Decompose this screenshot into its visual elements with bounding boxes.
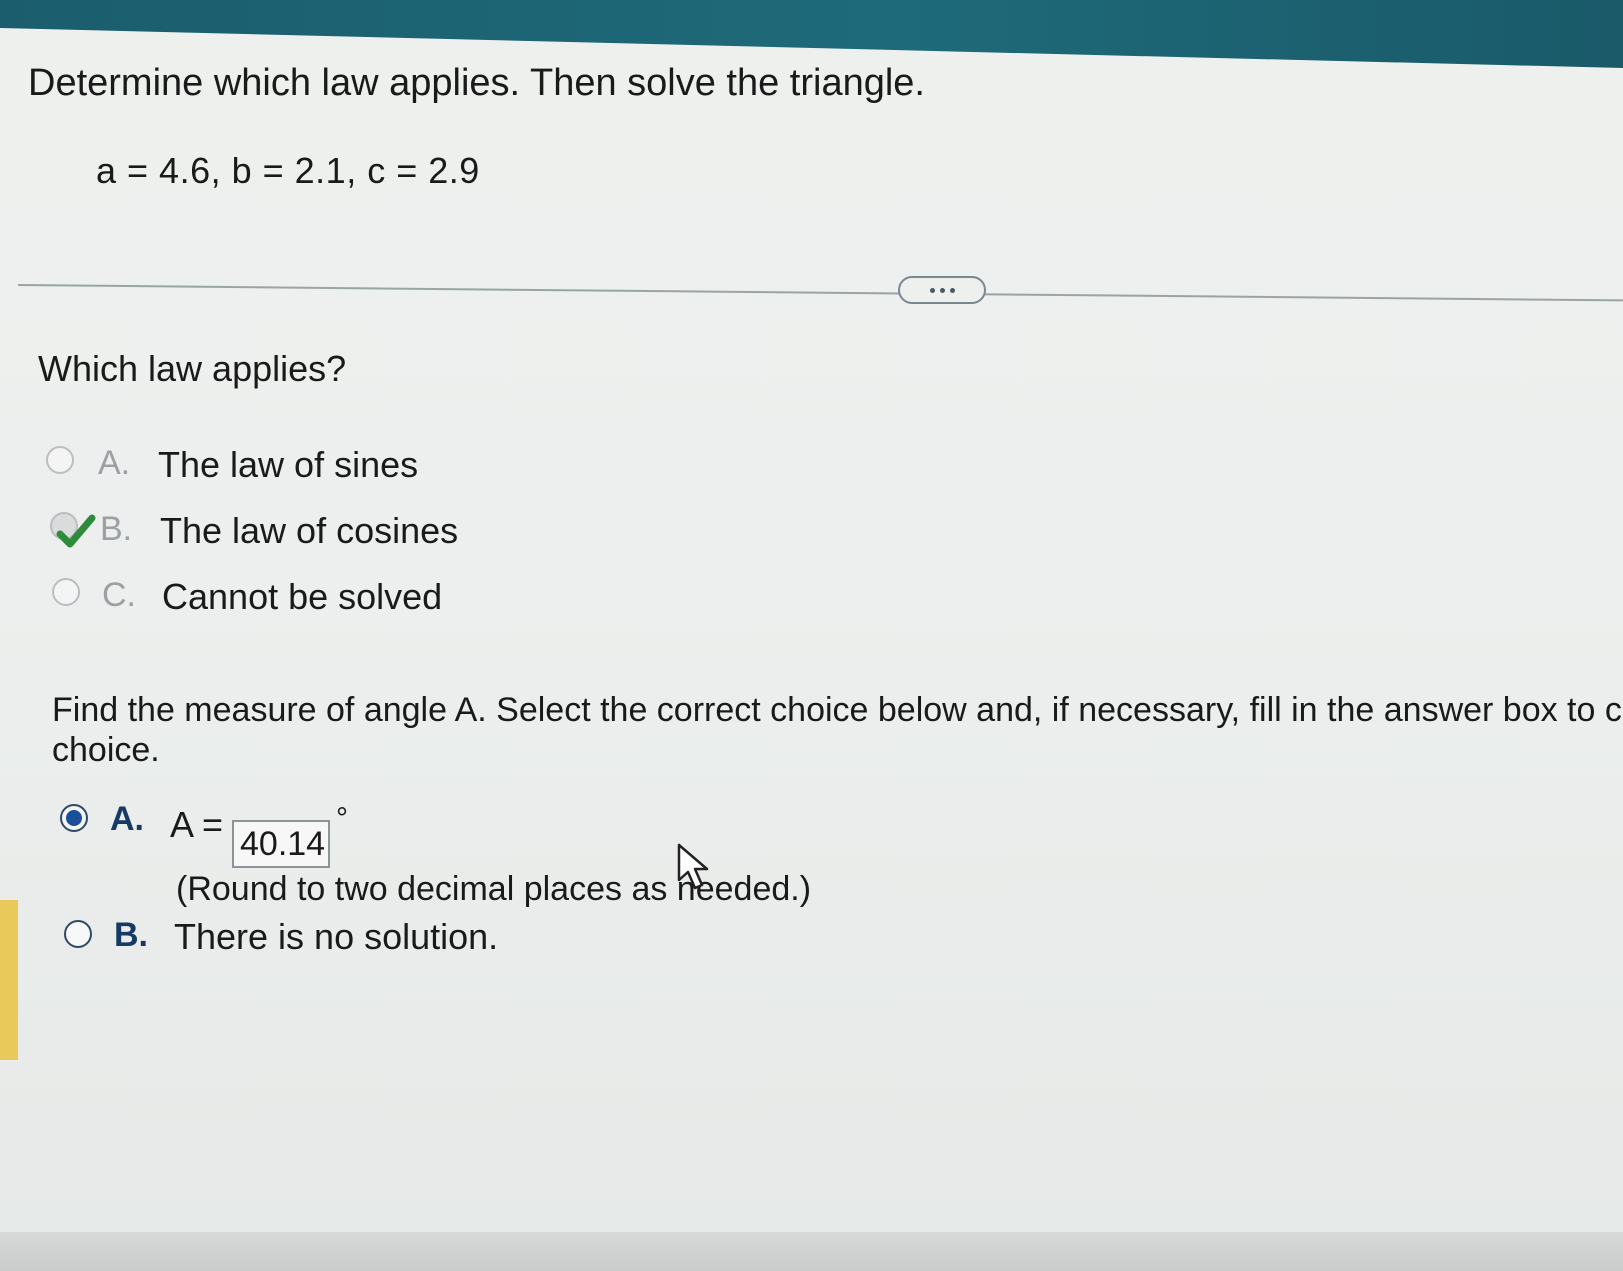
q1-option-c-radio[interactable] xyxy=(52,578,80,606)
correct-check-icon xyxy=(56,514,96,548)
given-values: a = 4.6, b = 2.1, c = 2.9 xyxy=(96,150,480,191)
q1-option-b-letter: B. xyxy=(100,510,133,548)
mouse-pointer-icon xyxy=(677,843,709,890)
q1-option-c-text[interactable]: Cannot be solved xyxy=(162,576,442,618)
ellipsis-icon xyxy=(939,287,945,293)
q1-option-c-letter: C. xyxy=(102,576,136,614)
q2-option-a-prefix: A = xyxy=(170,804,224,845)
q2-prompt: Find the measure of angle A. Select the … xyxy=(52,690,1622,770)
q2-option-b-text[interactable]: There is no solution. xyxy=(174,916,498,958)
more-options-button[interactable] xyxy=(898,276,986,304)
rounding-hint: (Round to two decimal places as needed.) xyxy=(176,870,812,908)
q1-option-a-radio[interactable] xyxy=(46,446,74,474)
ellipsis-icon xyxy=(949,287,955,293)
degree-symbol: ° xyxy=(336,802,348,835)
q2-prompt-line1: Find the measure of angle A. Select the … xyxy=(52,691,1622,729)
angle-a-answer-input[interactable]: 40.14 xyxy=(232,820,330,868)
q1-option-a-text[interactable]: The law of sines xyxy=(158,444,418,486)
q2-option-b-letter: B. xyxy=(114,916,148,954)
ellipsis-icon xyxy=(929,287,935,293)
radio-selected-dot xyxy=(66,810,82,826)
question-panel xyxy=(0,28,1623,1271)
q2-option-a-radio[interactable] xyxy=(60,804,88,832)
q2-option-a-letter: A. xyxy=(110,800,144,838)
q2-option-b-radio[interactable] xyxy=(64,920,92,948)
q1-option-a-letter: A. xyxy=(98,444,131,482)
q1-option-b-text[interactable]: The law of cosines xyxy=(160,510,458,552)
q2-prompt-line2: choice. xyxy=(52,731,160,769)
question-title: Determine which law applies. Then solve … xyxy=(28,62,925,104)
panel-bottom-edge xyxy=(0,1232,1623,1271)
q1-prompt: Which law applies? xyxy=(38,348,347,389)
left-edge-highlight xyxy=(0,900,18,1060)
